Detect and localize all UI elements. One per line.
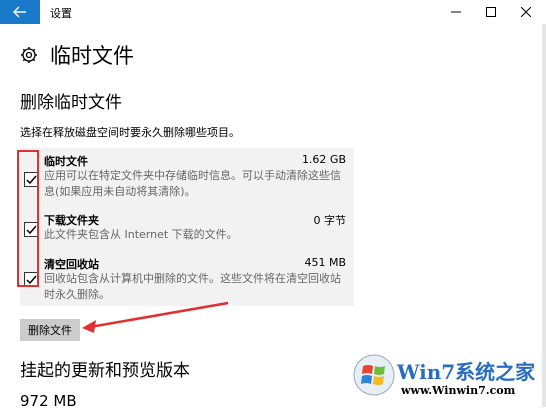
- item-detail: 此文件夹包含从 Internet 下载的文件。: [44, 228, 238, 241]
- checkbox-highlight-annotation: [17, 150, 39, 287]
- watermark-brand: Win7系统之家: [397, 360, 536, 384]
- title-bar: 设置: [0, 0, 546, 24]
- close-button[interactable]: [510, 0, 542, 24]
- updates-size: 972 MB: [20, 392, 77, 410]
- temp-file-list: 临时文件 1.62 GB 应用可以在特定文件夹中存储临时信息。可以手动清除这些信…: [20, 148, 354, 306]
- item-size: 1.62 GB: [301, 153, 346, 166]
- maximize-button[interactable]: [475, 0, 507, 24]
- window-title: 设置: [50, 7, 72, 20]
- item-size: 451 MB: [304, 256, 346, 269]
- page-header: 临时文件: [20, 40, 134, 70]
- updates-section-title: 挂起的更新和预览版本: [20, 361, 190, 381]
- scrollbar[interactable]: [542, 24, 546, 407]
- page-title: 临时文件: [50, 44, 134, 68]
- back-arrow-icon: [13, 6, 26, 18]
- delete-section-title: 删除临时文件: [20, 93, 122, 113]
- close-icon: [521, 7, 531, 17]
- list-item-downloads[interactable]: 下载文件夹 0 字节 此文件夹包含从 Internet 下载的文件。: [20, 212, 354, 246]
- gear-icon: [21, 47, 37, 63]
- item-detail: 应用可以在特定文件夹中存储临时信息。可以手动清除这些信息(如果应用未自动将其清除…: [44, 169, 341, 198]
- item-name: 临时文件: [44, 155, 88, 168]
- item-size: 0 字节: [313, 214, 347, 227]
- maximize-icon: [486, 7, 496, 17]
- delete-files-button[interactable]: 删除文件: [20, 319, 80, 341]
- list-item-recycle-bin[interactable]: 清空回收站 451 MB 回收站包含从计算机中删除的文件。这些文件将在清空回收站…: [20, 256, 354, 304]
- minimize-button[interactable]: [440, 0, 472, 24]
- item-name: 清空回收站: [44, 258, 99, 271]
- delete-section-description: 选择在释放磁盘空间时要永久删除哪些项目。: [20, 126, 240, 139]
- watermark-url: www.Winwin7.com: [401, 384, 516, 397]
- windows-logo-icon: [353, 354, 395, 396]
- back-button[interactable]: [0, 0, 40, 24]
- minimize-icon: [451, 11, 461, 13]
- item-detail: 回收站包含从计算机中删除的文件。这些文件将在清空回收站时永久删除。: [44, 272, 341, 301]
- item-name: 下载文件夹: [44, 214, 99, 227]
- list-item-temp-files[interactable]: 临时文件 1.62 GB 应用可以在特定文件夹中存储临时信息。可以手动清除这些信…: [20, 153, 354, 201]
- watermark: Win7系统之家 www.Winwin7.com: [345, 352, 545, 404]
